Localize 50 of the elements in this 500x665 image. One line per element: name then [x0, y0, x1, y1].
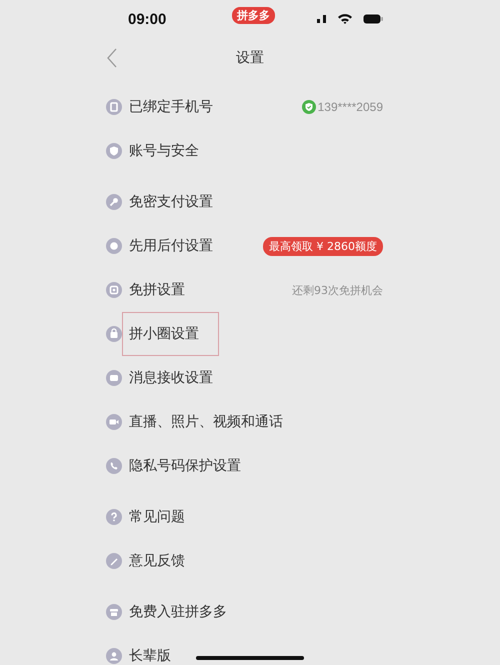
item-label: 免密支付设置 — [129, 193, 213, 211]
item-label: 隐私号码保护设置 — [129, 457, 241, 475]
settings-item[interactable]: 消息接收设置 — [106, 356, 383, 400]
settings-item[interactable]: 账号与安全 — [106, 129, 383, 173]
settings-item[interactable]: 意见反馈 — [106, 539, 383, 583]
question-icon — [106, 509, 122, 525]
item-label: 已绑定手机号 — [129, 98, 213, 116]
phone-icon — [106, 99, 122, 115]
phone-handset-icon — [106, 458, 122, 474]
settings-item[interactable]: 免费入驻拼多多 — [106, 590, 383, 634]
key-icon — [106, 194, 122, 210]
verified-icon — [302, 100, 316, 114]
settings-item[interactable]: 先用后付设置 最高领取 ¥ 2860额度 — [106, 224, 383, 268]
item-hint: 还剩93次免拼机会 — [292, 282, 383, 298]
signal-icon — [317, 14, 327, 24]
settings-item[interactable]: 免拼设置 还剩93次免拼机会 — [106, 268, 383, 312]
bag-icon — [106, 326, 122, 342]
promo-badge: 最高领取 ¥ 2860额度 — [263, 236, 383, 256]
phone-number: 139****2059 — [318, 100, 383, 114]
store-icon — [106, 604, 122, 620]
status-time: 09:00 — [128, 10, 166, 28]
item-label: 免拼设置 — [129, 281, 185, 299]
shield-icon — [106, 143, 122, 159]
item-label: 账号与安全 — [129, 142, 199, 160]
settings-item[interactable]: 拼小圈设置 — [106, 312, 383, 356]
item-label: 拼小圈设置 — [129, 325, 199, 343]
battery-icon — [363, 14, 383, 24]
person-icon — [106, 648, 122, 664]
back-button[interactable] — [106, 48, 118, 68]
settings-item[interactable]: 免密支付设置 — [106, 180, 383, 224]
video-icon — [106, 414, 122, 430]
settings-item[interactable]: 长辈版 — [106, 634, 383, 665]
item-label: 长辈版 — [129, 647, 171, 665]
cube-icon — [106, 282, 122, 298]
wifi-icon — [337, 13, 353, 25]
item-label: 直播、照片、视频和通话 — [129, 413, 283, 431]
settings-item[interactable]: 隐私号码保护设置 — [106, 444, 383, 488]
settings-item[interactable]: 常见问题 — [106, 495, 383, 539]
message-icon — [106, 370, 122, 386]
pencil-icon — [106, 553, 122, 569]
app-badge: 拼多多 — [232, 7, 275, 24]
item-label: 意见反馈 — [129, 552, 185, 570]
settings-item[interactable]: 已绑定手机号 139****2059 — [106, 85, 383, 129]
page-title: 设置 — [236, 49, 264, 67]
back-icon — [106, 48, 118, 68]
item-label: 免费入驻拼多多 — [129, 603, 227, 621]
settings-item[interactable]: 直播、照片、视频和通话 — [106, 400, 383, 444]
item-label: 常见问题 — [129, 508, 185, 526]
item-label: 消息接收设置 — [129, 369, 213, 387]
item-label: 先用后付设置 — [129, 237, 213, 255]
